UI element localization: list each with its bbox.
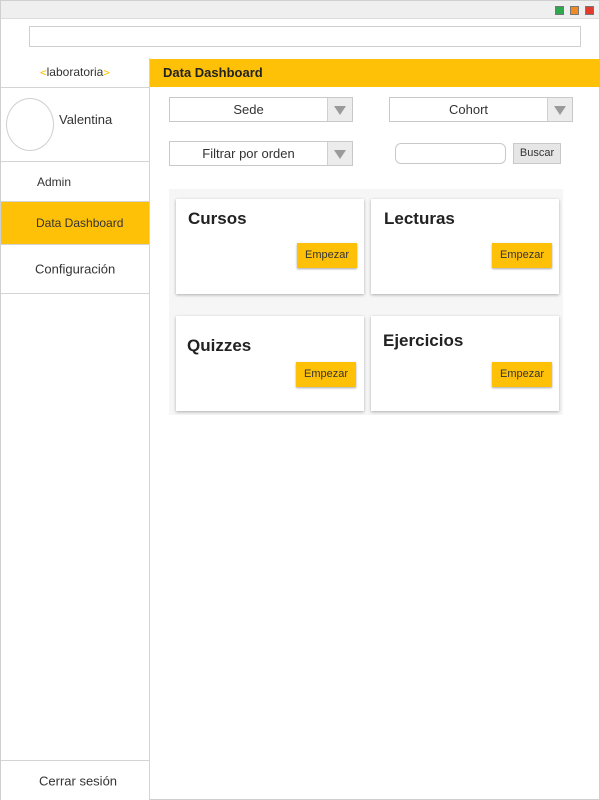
sidebar-item-admin[interactable]: Admin <box>1 162 149 202</box>
close-icon[interactable] <box>585 6 594 15</box>
cohort-select-value: Cohort <box>448 102 489 117</box>
cohort-dropdown-button[interactable] <box>547 98 572 121</box>
avatar <box>6 98 54 151</box>
sede-dropdown-button[interactable] <box>327 98 352 121</box>
card-ejercicios: Ejercicios Empezar <box>371 316 559 411</box>
sidebar: <laboratoria> Valentina Admin Data Dashb… <box>1 58 150 800</box>
sidebar-item-data-dashboard[interactable]: Data Dashboard <box>1 202 149 245</box>
logo-bracket-close: > <box>103 66 110 79</box>
chevron-down-icon <box>554 106 566 115</box>
card-lecturas: Lecturas Empezar <box>371 199 559 294</box>
search-input[interactable] <box>395 143 506 164</box>
order-filter-select[interactable]: Filtrar por orden <box>169 141 353 166</box>
cohort-select[interactable]: Cohort <box>389 97 573 122</box>
title-bar <box>1 1 599 19</box>
browser-window: <laboratoria> Valentina Admin Data Dashb… <box>0 0 600 800</box>
chevron-down-icon <box>334 106 346 115</box>
sede-select-value: Sede <box>233 102 264 117</box>
user-profile: Valentina <box>1 88 149 162</box>
sidebar-item-label: Admin <box>37 174 72 189</box>
card-cursos: Cursos Empezar <box>176 199 364 294</box>
sidebar-item-label: Configuración <box>35 261 116 277</box>
maximize-icon[interactable] <box>570 6 579 15</box>
order-filter-value: Filtrar por orden <box>202 146 295 161</box>
page-title: Data Dashboard <box>163 65 263 80</box>
card-title: Ejercicios <box>383 331 464 350</box>
start-button[interactable]: Empezar <box>492 362 552 387</box>
logo-bracket-open: < <box>40 66 47 79</box>
start-button[interactable]: Empezar <box>492 243 552 268</box>
card-title: Cursos <box>188 209 247 228</box>
logout-button[interactable]: Cerrar sesión <box>1 760 149 800</box>
user-name: Valentina <box>59 112 113 127</box>
card-quizzes: Quizzes Empezar <box>176 316 364 411</box>
page-header: Data Dashboard <box>150 59 600 87</box>
search-button[interactable]: Buscar <box>513 143 561 164</box>
address-bar[interactable] <box>29 26 581 47</box>
sidebar-item-configuracion[interactable]: Configuración <box>1 245 149 294</box>
chevron-down-icon <box>334 150 346 159</box>
order-dropdown-button[interactable] <box>327 142 352 165</box>
start-button[interactable]: Empezar <box>297 243 357 268</box>
minimize-icon[interactable] <box>555 6 564 15</box>
sidebar-item-label: Data Dashboard <box>36 216 124 230</box>
card-title: Quizzes <box>187 336 252 355</box>
sede-select[interactable]: Sede <box>169 97 353 122</box>
logo: <laboratoria> <box>1 58 149 88</box>
card-title: Lecturas <box>384 209 455 228</box>
start-button[interactable]: Empezar <box>296 362 356 387</box>
logout-label: Cerrar sesión <box>39 773 118 788</box>
logo-text: laboratoria <box>46 65 104 79</box>
